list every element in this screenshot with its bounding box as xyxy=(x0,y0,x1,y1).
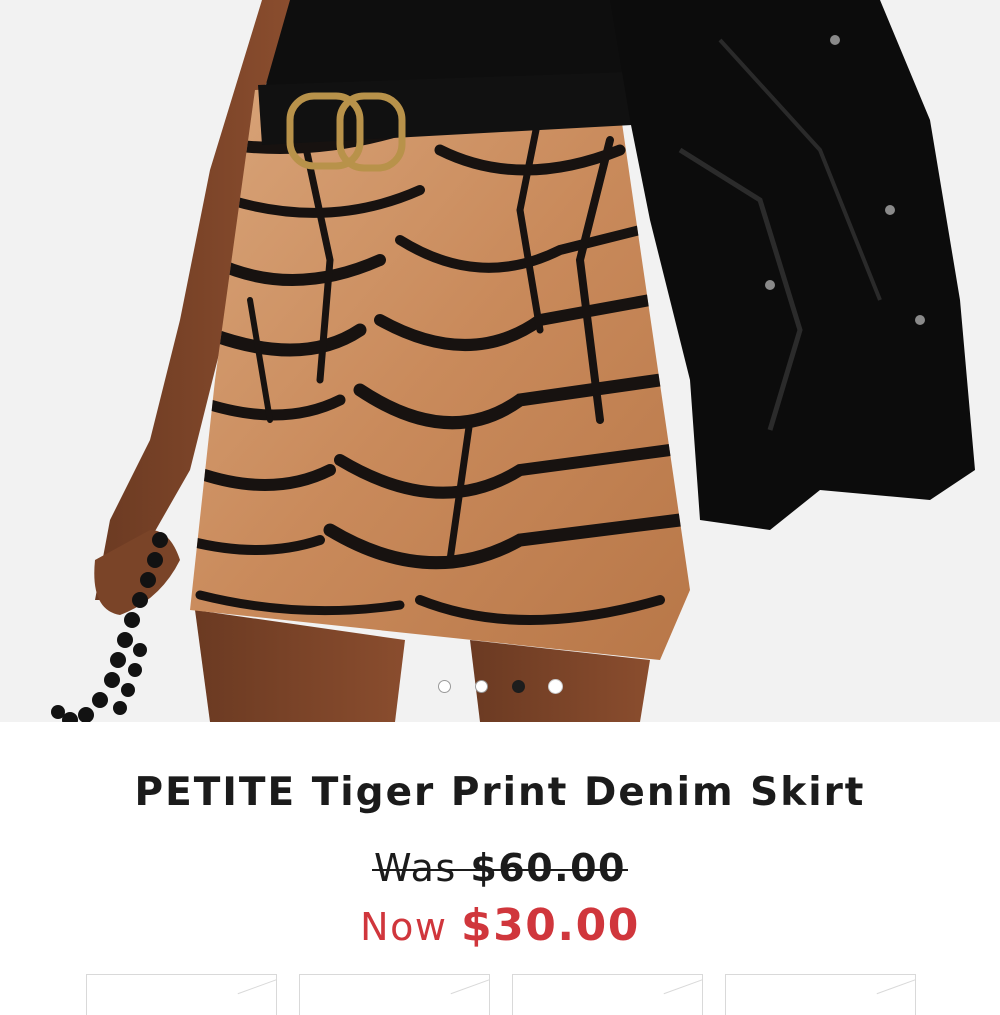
carousel-dot-1[interactable] xyxy=(438,680,451,693)
size-options xyxy=(86,974,916,1015)
size-option[interactable] xyxy=(725,974,916,1015)
was-price: $60.00 xyxy=(470,846,626,890)
carousel-dots xyxy=(0,680,1000,700)
carousel-dot-2[interactable] xyxy=(475,680,488,693)
size-option[interactable] xyxy=(299,974,490,1015)
size-option[interactable] xyxy=(512,974,703,1015)
size-option[interactable] xyxy=(86,974,277,1015)
was-label: Was xyxy=(374,846,457,890)
product-title: PETITE Tiger Print Denim Skirt xyxy=(134,770,866,815)
now-price: $30.00 xyxy=(461,900,640,951)
carousel-dot-4[interactable] xyxy=(549,680,562,693)
carousel-dot-3[interactable] xyxy=(512,680,525,693)
product-photo xyxy=(51,0,975,722)
sale-price: Now $30.00 xyxy=(0,900,1000,951)
product-image[interactable] xyxy=(0,0,1000,722)
original-price: Was $60.00 xyxy=(0,846,1000,890)
now-label: Now xyxy=(360,905,448,949)
